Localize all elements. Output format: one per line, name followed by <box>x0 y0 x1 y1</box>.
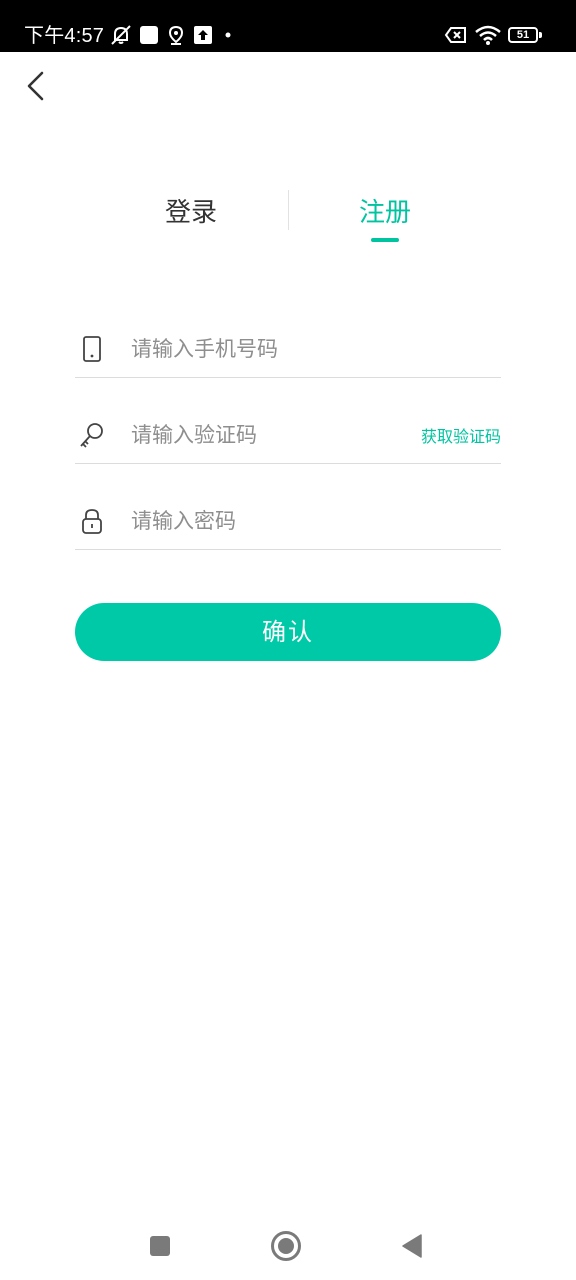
back-button[interactable] <box>14 64 58 108</box>
phone-icon <box>77 334 107 364</box>
dot-icon <box>222 22 234 48</box>
key-icon <box>77 420 107 450</box>
get-code-button[interactable]: 获取验证码 <box>421 422 501 452</box>
tab-divider <box>288 190 289 230</box>
app-square-icon <box>138 22 160 48</box>
status-bar: 下午4:57 51 <box>0 0 576 52</box>
password-input[interactable] <box>131 502 491 540</box>
tab-active-indicator <box>371 238 399 242</box>
home-circle-icon <box>271 1231 301 1261</box>
code-field: 获取验证码 <box>75 408 501 464</box>
phone-input[interactable] <box>131 330 491 368</box>
chevron-left-icon <box>27 71 44 101</box>
no-sim-icon <box>443 22 469 48</box>
upload-icon <box>192 22 214 48</box>
home-button[interactable] <box>262 1222 310 1270</box>
code-input[interactable] <box>131 416 391 454</box>
recents-button[interactable] <box>136 1222 184 1270</box>
password-field <box>75 494 501 550</box>
silent-bell-icon <box>108 22 134 48</box>
wifi-icon <box>474 22 502 48</box>
location-icon <box>165 22 187 48</box>
phone-field <box>75 322 501 378</box>
back-triangle-icon <box>402 1234 422 1258</box>
tab-login[interactable]: 登录 <box>140 190 242 236</box>
battery-icon: 51 <box>508 27 538 43</box>
lock-icon <box>77 506 107 536</box>
status-time: 下午4:57 <box>24 25 105 47</box>
battery-tip <box>539 32 542 38</box>
tab-register[interactable]: 注册 <box>334 190 436 236</box>
recents-square-icon <box>150 1236 170 1256</box>
system-back-button[interactable] <box>388 1222 436 1270</box>
register-screen: 下午4:57 51 登录 注册 请输入手机号码 请输入验证码 获取验证码 确认 <box>0 0 576 1280</box>
confirm-button[interactable]: 确认 <box>75 603 501 661</box>
